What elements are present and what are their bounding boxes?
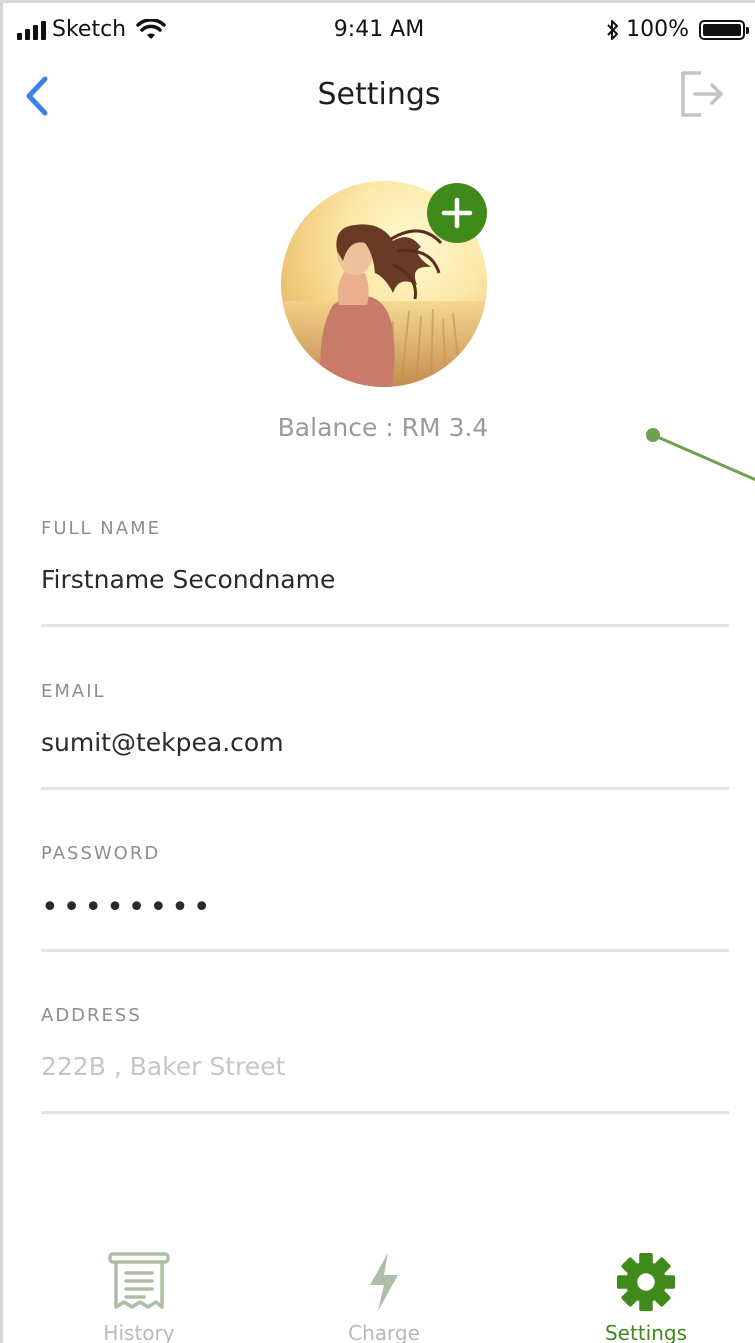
- full-name-field[interactable]: FULL NAME Firstname Secondname: [41, 518, 729, 627]
- plus-icon: [441, 197, 473, 229]
- battery-percent: 100%: [626, 17, 689, 42]
- full-name-input[interactable]: Firstname Secondname: [41, 565, 729, 601]
- full-name-divider: [41, 624, 729, 627]
- email-divider: [41, 787, 729, 790]
- tab-history-label: History: [103, 1321, 175, 1343]
- status-right-group: 100%: [606, 17, 749, 42]
- email-field[interactable]: EMAIL sumit@tekpea.com: [41, 681, 729, 790]
- logout-button[interactable]: [679, 69, 727, 119]
- lightning-icon: [370, 1253, 398, 1311]
- tab-history[interactable]: History: [49, 1251, 229, 1343]
- settings-screen: Sketch 9:41 AM 100% Settings Balance: R…: [0, 0, 755, 1343]
- address-label: ADDRESS: [41, 1005, 142, 1026]
- receipt-icon: [108, 1252, 170, 1309]
- password-field[interactable]: PASSWORD ••••••••: [41, 843, 729, 952]
- bluetooth-icon: [607, 19, 619, 40]
- profile-photo-group: [281, 181, 487, 387]
- page-title: Settings: [317, 77, 441, 112]
- address-field[interactable]: ADDRESS 222B , Baker Street: [41, 1005, 729, 1114]
- status-bar: Sketch 9:41 AM 100%: [3, 3, 755, 59]
- tab-bar: History Charge Settings: [3, 1243, 755, 1343]
- email-input[interactable]: sumit@tekpea.com: [41, 728, 729, 764]
- balance-text: Balance : RM 3.4: [277, 413, 489, 442]
- password-divider: [41, 949, 729, 952]
- full-name-label: FULL NAME: [41, 518, 161, 539]
- battery-icon: [699, 19, 749, 40]
- tab-settings-label: Settings: [604, 1321, 688, 1343]
- address-divider: [41, 1111, 729, 1114]
- password-label: PASSWORD: [41, 843, 161, 864]
- email-label: EMAIL: [41, 681, 106, 702]
- logout-icon: [681, 71, 723, 117]
- navigation-bar: Settings: [3, 59, 755, 131]
- address-input[interactable]: 222B , Baker Street: [41, 1052, 729, 1088]
- password-input[interactable]: ••••••••: [41, 890, 729, 926]
- add-photo-button[interactable]: [427, 183, 487, 243]
- tab-settings[interactable]: Settings: [556, 1251, 736, 1343]
- tab-charge[interactable]: Charge: [294, 1251, 474, 1343]
- gear-icon: [616, 1252, 676, 1312]
- tab-charge-label: Charge: [348, 1321, 420, 1343]
